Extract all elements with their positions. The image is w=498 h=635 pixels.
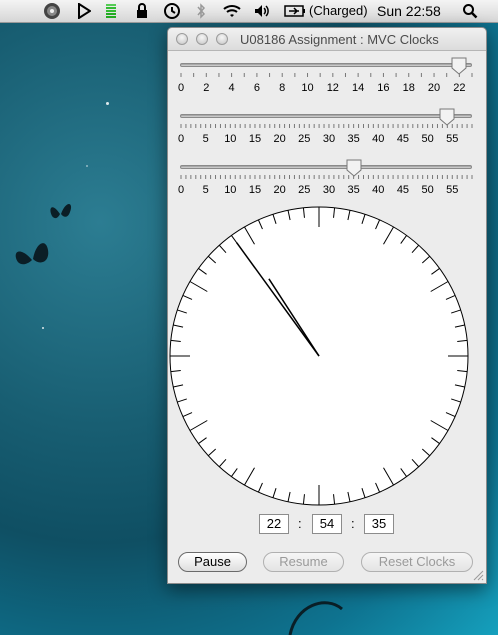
slider-label: 45 xyxy=(396,184,410,196)
slider-label: 30 xyxy=(322,133,336,145)
slider-label: 4 xyxy=(228,82,235,94)
spotlight-icon[interactable] xyxy=(461,2,479,20)
slider-label: 25 xyxy=(298,133,311,145)
slider-label: 20 xyxy=(273,184,286,196)
slider-track[interactable] xyxy=(180,63,472,67)
battery-status-text: (Charged) xyxy=(309,3,368,18)
slider-label: 35 xyxy=(347,133,360,145)
desktop-swoosh xyxy=(288,601,343,635)
slider-label: 18 xyxy=(402,82,415,94)
slider-label: 6 xyxy=(253,82,260,94)
slider-label: 15 xyxy=(248,133,262,145)
minutes-slider-thumb[interactable] xyxy=(439,108,455,126)
slider-label: 20 xyxy=(273,133,286,145)
slider-label: 5 xyxy=(202,133,209,145)
slider-label: 50 xyxy=(421,184,434,196)
wifi-icon[interactable] xyxy=(221,2,243,20)
minutes-field[interactable]: 54 xyxy=(312,514,342,534)
title-bar[interactable]: U08186 Assignment : MVC Clocks xyxy=(168,28,486,51)
slider-label: 22 xyxy=(453,82,466,94)
slider-label: 12 xyxy=(326,82,339,94)
reset-clocks-button[interactable]: Reset Clocks xyxy=(361,552,473,572)
slider-label: 14 xyxy=(352,82,365,94)
resume-button[interactable]: Resume xyxy=(263,552,344,572)
minimize-window-button[interactable] xyxy=(196,33,208,45)
volume-icon[interactable] xyxy=(252,2,272,20)
slider-ticks xyxy=(180,175,473,179)
slider-label: 16 xyxy=(377,82,390,94)
slider-labels: 0 5 10 15 20 25 30 35 40 45 50 55 xyxy=(177,184,474,198)
slider-label: 0 xyxy=(177,82,185,94)
seconds-slider-thumb[interactable] xyxy=(346,159,362,177)
slider-label: 50 xyxy=(421,133,434,145)
slider-label: 10 xyxy=(224,133,237,145)
slider-label: 15 xyxy=(248,184,262,196)
slider-ticks xyxy=(180,124,473,128)
seconds-field[interactable]: 35 xyxy=(364,514,394,534)
mvc-clocks-window: U08186 Assignment : MVC Clocks 0 2 4 6 8 10 12… xyxy=(167,27,487,584)
time-separator: : xyxy=(351,516,355,531)
close-window-button[interactable] xyxy=(176,33,188,45)
slider-label: 40 xyxy=(372,133,385,145)
slider-label: 40 xyxy=(372,184,385,196)
time-machine-icon[interactable] xyxy=(162,2,182,20)
time-separator: : xyxy=(298,516,302,531)
menu-bar: (Charged) Sun 22:58 xyxy=(0,0,498,23)
zoom-window-button[interactable] xyxy=(216,33,228,45)
slider-label: 0 xyxy=(177,133,185,145)
analog-clock xyxy=(169,206,469,506)
activity-meter-icon[interactable] xyxy=(104,2,118,20)
desktop-star xyxy=(42,327,44,329)
slider-label: 10 xyxy=(224,184,237,196)
desktop-star xyxy=(106,102,109,105)
pause-button[interactable]: Pause xyxy=(178,552,247,572)
battery-icon[interactable] xyxy=(283,2,307,20)
butterfly-image xyxy=(50,204,72,219)
slider-label: 0 xyxy=(177,184,185,196)
hours-field[interactable]: 22 xyxy=(259,514,289,534)
window-title: U08186 Assignment : MVC Clocks xyxy=(240,32,439,47)
slider-label: 8 xyxy=(279,82,286,94)
slider-label: 55 xyxy=(446,184,459,196)
slider-label: 10 xyxy=(301,82,314,94)
butterfly-image xyxy=(15,243,49,265)
dashboard-icon[interactable] xyxy=(42,2,62,20)
bluetooth-icon[interactable] xyxy=(194,2,208,20)
slider-track[interactable] xyxy=(180,165,472,169)
lock-icon[interactable] xyxy=(135,2,149,20)
slider-label: 35 xyxy=(347,184,360,196)
slider-label: 55 xyxy=(446,133,459,145)
slider-label: 45 xyxy=(396,133,410,145)
slider-labels: 0 2 4 6 8 10 12 14 16 18 20 22 xyxy=(177,82,474,96)
play-icon[interactable] xyxy=(75,2,93,20)
slider-label: 20 xyxy=(427,82,441,94)
resize-grip[interactable] xyxy=(472,569,484,581)
slider-labels: 0 5 10 15 20 25 30 35 40 45 50 55 xyxy=(177,133,474,147)
desktop-star xyxy=(86,165,88,167)
slider-ticks xyxy=(180,73,473,77)
slider-track[interactable] xyxy=(180,114,472,118)
slider-label: 5 xyxy=(202,184,209,196)
slider-label: 25 xyxy=(298,184,311,196)
hours-slider-thumb[interactable] xyxy=(451,57,467,75)
slider-label: 30 xyxy=(322,184,336,196)
slider-label: 2 xyxy=(203,82,210,94)
menu-clock[interactable]: Sun 22:58 xyxy=(377,3,441,19)
